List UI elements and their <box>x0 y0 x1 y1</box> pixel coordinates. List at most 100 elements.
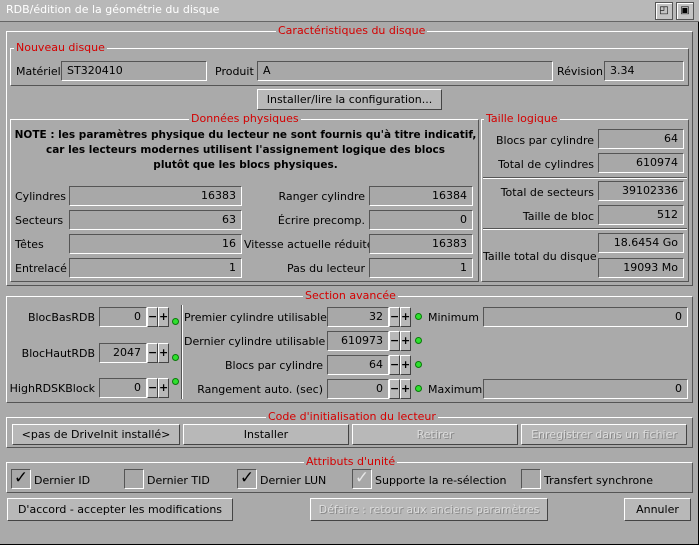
disk-size-label: Taille total du disque <box>483 250 597 263</box>
reselect-checkbox[interactable]: ✓ <box>352 469 372 489</box>
precomp-field: 0 <box>369 210 473 230</box>
park-label: Ranger cylindre <box>278 190 365 203</box>
last-cyl-status-led <box>415 337 422 344</box>
first-cyl-label: Premier cylindre utilisable <box>184 311 327 324</box>
cylinders-label: Cylindres <box>15 190 67 203</box>
adv-bpc-status-led <box>415 361 422 368</box>
rdb-low-label: BlocBasRDB <box>27 311 95 324</box>
revision-field[interactable]: 3.34 <box>604 61 684 81</box>
highrdsk-label: HighRDSKBlock <box>9 382 95 395</box>
park-field: 16384 <box>369 186 473 206</box>
last-tid-label: Dernier TID <box>147 474 210 487</box>
last-cyl-decrement-button[interactable]: − <box>389 331 400 351</box>
interleave-label: Entrelacé <box>15 262 67 275</box>
adv-bpc-label: Blocs par cylindre <box>224 359 323 372</box>
last-lun-label: Dernier LUN <box>260 474 327 487</box>
product-label: Produit <box>215 65 254 78</box>
physical-note: NOTE : les paramètres physique du lecteu… <box>12 128 479 173</box>
adv-bpc-field[interactable]: 64 <box>327 355 389 375</box>
block-size-label: Taille de bloc <box>522 210 594 223</box>
last-id-checkbox[interactable]: ✓ <box>11 469 31 489</box>
rdb-low-decrement-button[interactable]: − <box>147 307 158 327</box>
first-cyl-status-led <box>415 313 422 320</box>
material-field[interactable]: ST320410 <box>61 61 207 81</box>
new-disk-title: Nouveau disque <box>14 41 107 54</box>
advanced-title: Section avancée <box>303 289 398 302</box>
iconify-button[interactable]: ◰ <box>655 2 673 20</box>
last-cyl-increment-button[interactable]: + <box>400 331 411 351</box>
highrdsk-decrement-button[interactable]: − <box>147 378 158 398</box>
autopark-increment-button[interactable]: + <box>400 379 411 399</box>
attributes-title: Attributs d'unité <box>304 455 398 468</box>
depth-button[interactable]: ▣ <box>676 2 694 20</box>
maximum-field: 0 <box>483 379 688 399</box>
rdb-low-field[interactable]: 0 <box>99 307 147 327</box>
revision-label: Révision <box>557 65 603 78</box>
last-lun-checkbox[interactable]: ✓ <box>237 469 257 489</box>
reduced-label: Vitesse actuelle réduite <box>244 238 374 251</box>
rdb-high-status-led <box>172 354 179 361</box>
first-cyl-field[interactable]: 32 <box>327 307 389 327</box>
minimum-label: Minimum <box>428 311 479 324</box>
first-cyl-increment-button[interactable]: + <box>400 307 411 327</box>
cancel-button[interactable]: Annuler <box>624 498 691 521</box>
minimum-field: 0 <box>483 307 688 327</box>
title-bar[interactable]: RDB/édition de la géométrie du disque ◰ … <box>0 0 699 22</box>
sync-transfer-label: Transfert synchrone <box>544 474 654 487</box>
reduced-field: 16383 <box>369 234 473 254</box>
autopark-decrement-button[interactable]: − <box>389 379 400 399</box>
highrdsk-increment-button[interactable]: + <box>158 378 169 398</box>
install-driveinit-button[interactable]: Installer <box>183 424 349 445</box>
save-driveinit-button[interactable]: Enregistrer dans un fichier <box>521 424 687 445</box>
total-sec-label: Total de secteurs <box>500 186 594 199</box>
rdb-high-decrement-button[interactable]: − <box>147 343 158 363</box>
rdb-high-field[interactable]: 2047 <box>99 343 147 363</box>
sync-transfer-checkbox[interactable] <box>521 469 541 489</box>
revert-button[interactable]: Défaire : retour aux anciens paramètres <box>310 498 548 521</box>
logical-separator-2 <box>483 228 687 230</box>
last-id-label: Dernier ID <box>34 474 91 487</box>
window-title: RDB/édition de la géométrie du disque <box>6 3 220 16</box>
interleave-field: 1 <box>69 258 242 278</box>
product-field[interactable]: A <box>257 61 553 81</box>
rdb-geometry-window: RDB/édition de la géométrie du disque ◰ … <box>0 0 699 545</box>
physical-title: Données physiques <box>189 112 301 125</box>
cylinders-field: 16383 <box>69 186 242 206</box>
logical-bpc-field: 64 <box>598 129 684 149</box>
precomp-label: Écrire precomp. <box>277 214 365 227</box>
last-cyl-label: Dernier cylindre utilisable <box>184 335 326 348</box>
reselect-label: Supporte la re-sélection <box>375 474 507 487</box>
sectors-label: Secteurs <box>15 214 64 227</box>
rdb-low-status-led <box>172 318 179 325</box>
maximum-label: Maximum <box>428 383 483 396</box>
disk-size-mo-field: 19093 Mo <box>598 258 684 278</box>
first-cyl-decrement-button[interactable]: − <box>389 307 400 327</box>
autopark-status-led <box>415 385 422 392</box>
adv-bpc-decrement-button[interactable]: − <box>389 355 400 375</box>
remove-driveinit-button[interactable]: Retirer <box>352 424 518 445</box>
step-label: Pas du lecteur <box>286 262 365 275</box>
rdb-high-label: BlocHautRDB <box>21 347 95 360</box>
ok-accept-button[interactable]: D'accord - accepter les modifications <box>7 498 233 521</box>
heads-label: Têtes <box>15 238 44 251</box>
rdb-high-increment-button[interactable]: + <box>158 343 169 363</box>
rdb-low-increment-button[interactable]: + <box>158 307 169 327</box>
autopark-field[interactable]: 0 <box>327 379 389 399</box>
last-cyl-field[interactable]: 610973 <box>327 331 389 351</box>
logical-title: Taille logique <box>484 112 560 125</box>
note-line-3: plutôt que les blocs physiques. <box>153 159 338 171</box>
driveinit-status-button[interactable]: <pas de DriveInit installé> <box>12 424 180 445</box>
sectors-field: 63 <box>69 210 242 230</box>
adv-bpc-increment-button[interactable]: + <box>400 355 411 375</box>
highrdsk-status-led <box>172 378 179 385</box>
total-cyl-field: 610974 <box>598 153 684 173</box>
logical-separator-1 <box>483 177 687 179</box>
autopark-label: Rangement auto. (sec) <box>197 383 323 396</box>
block-size-field: 512 <box>598 205 684 225</box>
highrdsk-field[interactable]: 0 <box>99 378 147 398</box>
last-tid-checkbox[interactable] <box>124 469 144 489</box>
material-label: Matériel <box>16 65 61 78</box>
note-line-1: NOTE : les paramètres physique du lecteu… <box>14 129 477 141</box>
install-config-button[interactable]: Installer/lire la configuration... <box>257 89 442 110</box>
init-code-title: Code d'initialisation du lecteur <box>266 410 438 423</box>
